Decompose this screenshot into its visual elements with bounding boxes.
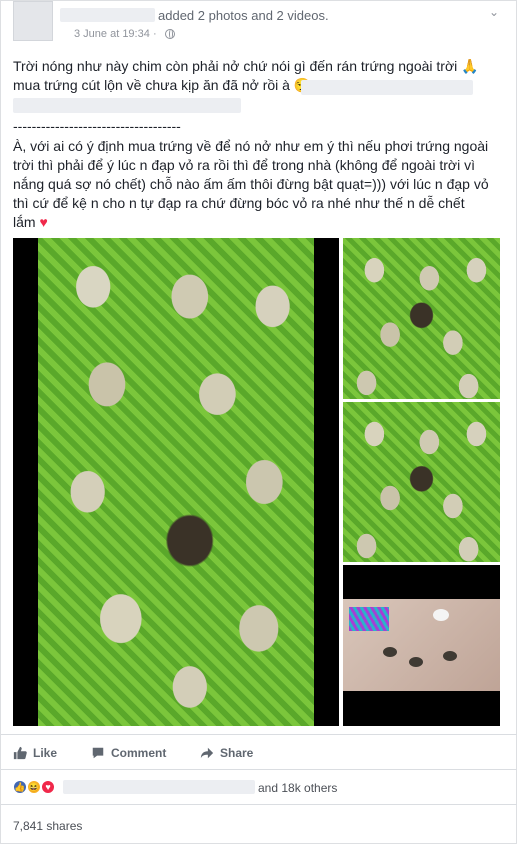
post-text-line-6: thì cứ để kệ n cho n tự đạp ra chứ đừng … [13, 195, 465, 211]
media-grid [13, 238, 500, 726]
like-label: Like [33, 746, 58, 760]
post-action-text: added 2 photos and 2 videos. [158, 8, 329, 23]
divider [1, 804, 517, 805]
post-text-line-4: trời thì phải để ý lúc n đạp vỏ ra rồi t… [13, 157, 475, 173]
chevron-down-icon[interactable]: ⌄ [489, 5, 499, 19]
thumbs-up-icon [13, 746, 27, 760]
quail-eggs-image [343, 238, 500, 399]
post-text-line-7: lắm ♥ [13, 213, 48, 232]
video-2[interactable] [343, 565, 500, 726]
floor-item [433, 609, 449, 621]
love-reaction-icon: ♥ [41, 780, 55, 794]
reaction-count: and 18k others [258, 781, 338, 795]
floor-item [349, 607, 389, 631]
speech-bubble-icon [92, 747, 104, 759]
post-header: added 2 photos and 2 videos. 3 June at 1… [13, 1, 508, 43]
share-button[interactable]: Share [200, 745, 253, 761]
avatar[interactable] [13, 1, 53, 41]
divider [1, 734, 517, 735]
share-count[interactable]: 7,841 shares [13, 819, 82, 833]
timestamp-separator: · [153, 28, 157, 40]
globe-icon [165, 29, 175, 39]
comment-button[interactable]: Comment [91, 745, 166, 761]
redacted-mention [13, 98, 241, 113]
post-text-line-3: À, với ai có ý định mua trứng về để nó n… [13, 138, 489, 154]
like-button[interactable]: Like [13, 745, 57, 761]
action-bar: Like Comment Share [13, 739, 506, 767]
haha-reaction-icon: 😆 [27, 780, 41, 794]
chick [383, 647, 397, 657]
post-timestamp[interactable]: 3 June at 19:34 [74, 28, 150, 40]
post-card: added 2 photos and 2 videos. 3 June at 1… [0, 0, 517, 844]
post-text-line-5: nắng quá sợ nó chết) chỗ nào ấm ấm thôi … [13, 176, 489, 192]
main-video[interactable] [13, 238, 339, 726]
post-text-line-2: mua trứng cút lộn về chưa kịp ăn đã nở r… [13, 77, 312, 93]
post-text-line-1: Trời nóng như này chim còn phải nở chứ n… [13, 58, 479, 74]
share-label: Share [220, 746, 254, 760]
share-arrow-icon [200, 747, 214, 759]
chicks-floor-image [343, 599, 500, 691]
redacted-reactors [63, 780, 255, 794]
post-text-divider: ------------------------------------ [13, 118, 181, 134]
redacted-mention [301, 80, 473, 95]
heart-icon: ♥ [39, 214, 48, 230]
photo-1[interactable] [343, 238, 500, 399]
post-text-last-word: lắm [13, 214, 36, 230]
divider [1, 769, 517, 770]
quail-eggs-image [38, 238, 314, 726]
author-name-redacted[interactable] [60, 8, 155, 22]
comment-label: Comment [111, 746, 167, 760]
chick [443, 651, 457, 661]
like-reaction-icon: 👍 [13, 780, 27, 794]
chick [409, 657, 423, 667]
quail-eggs-image [343, 402, 500, 562]
photo-2[interactable] [343, 402, 500, 562]
